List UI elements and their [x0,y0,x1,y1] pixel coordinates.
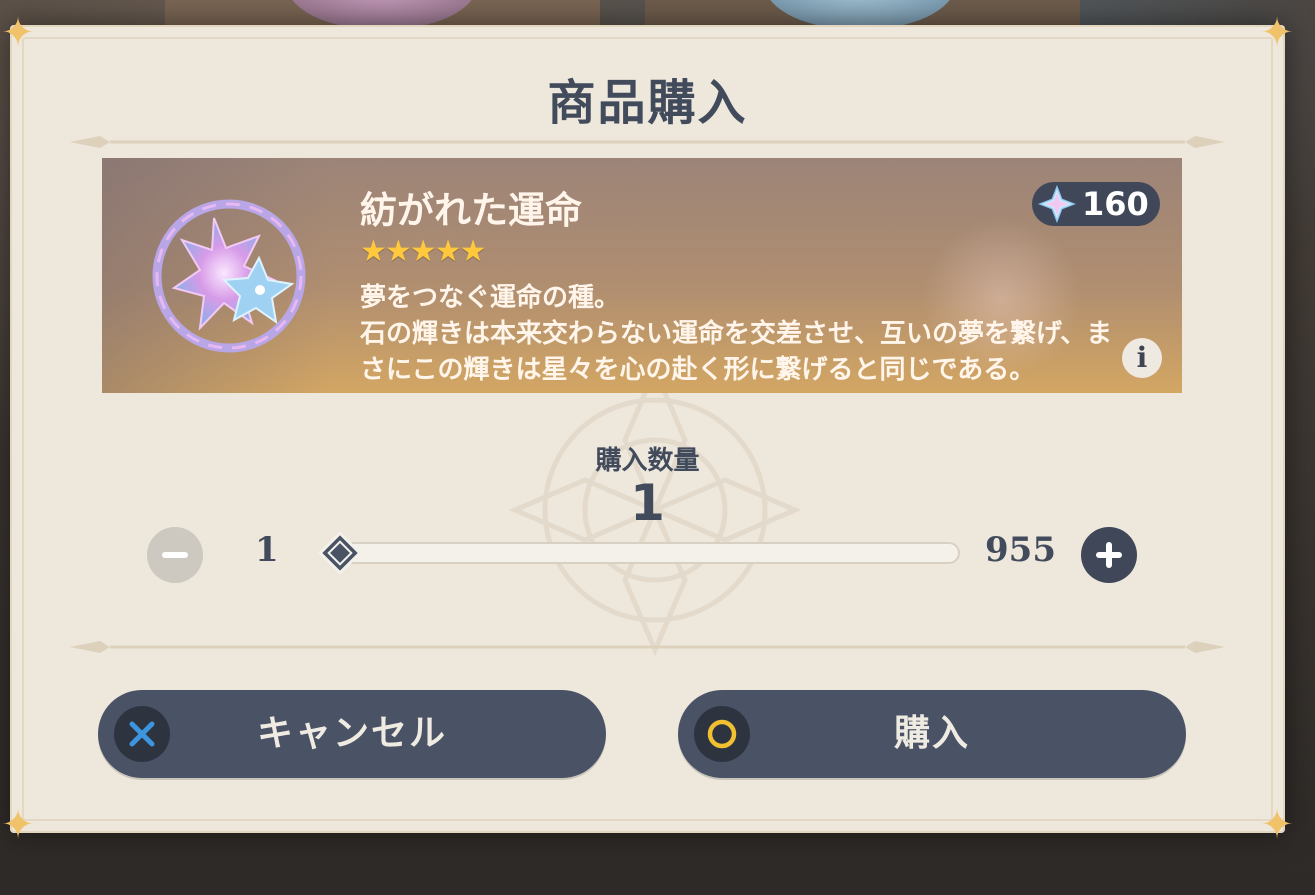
info-button[interactable]: i [1122,338,1162,378]
price-value: 160 [1082,185,1149,223]
quantity-label: 購入数量 [595,446,700,476]
rarity-stars: ★★★★★ [360,234,486,269]
dialog-title: 商品購入 [547,75,748,131]
corner-ornament-icon: ✦ [1260,10,1294,56]
intertwined-fate-icon [152,199,306,353]
decrease-quantity-button[interactable] [147,527,203,583]
slider-max-value: 955 [985,530,1056,570]
purchase-button[interactable]: 購入 [678,690,1186,778]
cancel-button[interactable]: キャンセル [98,690,606,778]
corner-ornament-icon: ✦ [1,10,35,56]
item-info-panel: 紡がれた運命 ★★★★★ 夢をつなぐ運命の種。 石の輝きは本来交わらない運命を交… [102,158,1182,393]
purchase-button-label: 購入 [893,713,970,754]
cancel-button-label: キャンセル [256,713,447,754]
corner-ornament-icon: ✦ [1260,802,1294,848]
divider [70,641,1225,653]
divider [70,136,1225,148]
corner-ornament-icon: ✦ [1,802,35,848]
purchase-dialog: ✦ ✦ ✦ ✦ 商品購入 紡がれた運命 ★★★★★ 夢をつなぐ運命の種。 石の輝… [1,13,1294,845]
quantity-slider[interactable] [330,542,960,564]
info-icon: i [1136,341,1148,374]
item-name: 紡がれた運命 [360,189,582,232]
item-description: 夢をつなぐ運命の種。 石の輝きは本来交わらない運命を交差させ、互いの夢を繋げ、ま… [360,283,1113,385]
price-badge: 160 [1032,182,1160,226]
minus-icon [162,552,188,558]
plus-icon-vertical [1106,542,1112,568]
primogem-icon [1038,185,1076,223]
quantity-value: 1 [630,474,665,532]
slider-min-value: 1 [255,530,279,570]
increase-quantity-button[interactable] [1081,527,1137,583]
slider-thumb[interactable] [317,530,363,576]
